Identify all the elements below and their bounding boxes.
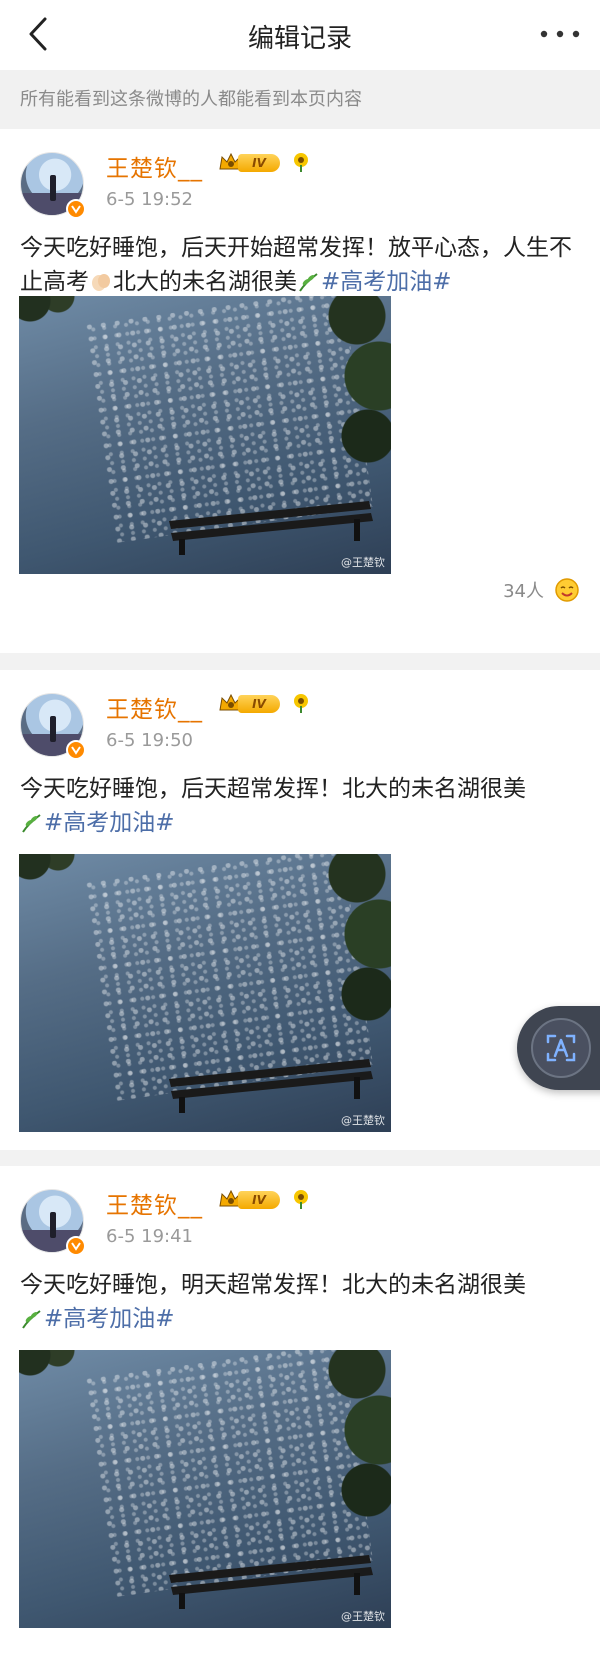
verified-v-icon [66,1236,86,1256]
text-recognition-icon [531,1018,591,1078]
edit-record-post-3: 王楚钦__ IV 6-5 19:41 今天吃好睡饱，明天超常发挥！北大的未名湖很… [0,1166,600,1658]
edit-record-post-2: 王楚钦__ IV 6-5 19:50 今天吃好睡饱，后天超常发挥！北大的未名湖很… [0,670,600,1150]
post-text: 今天吃好睡饱，后天超常发挥！北大的未名湖很美 #高考加油# [20,772,580,844]
image-watermark: @王楚钦 [341,1610,385,1623]
more-button[interactable] [536,14,584,54]
hashtag-link[interactable]: #高考加油# [44,810,175,836]
post-text-main: 今天吃好睡饱，明天超常发挥！北大的未名湖很美 [20,1272,526,1298]
image-watermark: @王楚钦 [341,556,385,569]
post-text-part2: 北大的未名湖很美 [113,269,297,295]
username[interactable]: 王楚钦__ [106,149,203,183]
likes-count: 34人 [503,581,544,602]
verified-v-icon [66,740,86,760]
hashtag-link[interactable]: #高考加油# [44,1306,175,1332]
more-dots-icon [540,30,580,38]
top-bar: 编辑记录 [0,0,600,70]
hashtag-link[interactable]: #高考加油# [321,269,452,295]
sunflower-icon [294,153,308,172]
page-title: 编辑记录 [247,24,352,54]
edit-record-post-1: 王楚钦__ IV 6-5 19:52 今天吃好睡饱，后天开始超常发挥！放平心态，… [0,129,600,653]
username[interactable]: 王楚钦__ [106,1186,203,1220]
level-badge: IV [238,154,280,172]
post-text: 今天吃好睡饱，明天超常发挥！北大的未名湖很美 #高考加油# [20,1268,580,1340]
username[interactable]: 王楚钦__ [106,690,203,724]
level-badge: IV [238,1191,280,1209]
post-image[interactable]: @王楚钦 [19,296,391,574]
herb-leaf-icon [20,810,44,844]
post-text: 今天吃好睡饱，后天开始超常发挥！放平心态，人生不止高考 北大的未名湖很美 #高考加油… [20,231,580,303]
sunflower-icon [294,1190,308,1209]
bench-shape [169,1059,373,1113]
visibility-notice: 所有能看到这条微博的人都能看到本页内容 [0,70,600,129]
text-recognition-button[interactable] [517,1006,600,1090]
likes-row[interactable]: 34人 [503,577,580,603]
post-time: 6-5 19:50 [106,730,193,751]
level-badge: IV [238,695,280,713]
herb-leaf-icon [20,1306,44,1340]
post-image[interactable]: @王楚钦 [19,1350,391,1628]
image-watermark: @王楚钦 [341,1114,385,1127]
sunflower-icon [294,694,308,713]
post-image[interactable]: @王楚钦 [19,854,391,1132]
bench-shape [169,1555,373,1609]
verified-v-icon [66,199,86,219]
like-emoji-icon [555,578,579,602]
post-text-main: 今天吃好睡饱，后天超常发挥！北大的未名湖很美 [20,776,526,802]
bench-shape [169,501,373,555]
post-time: 6-5 19:52 [106,189,193,210]
post-time: 6-5 19:41 [106,1226,193,1247]
